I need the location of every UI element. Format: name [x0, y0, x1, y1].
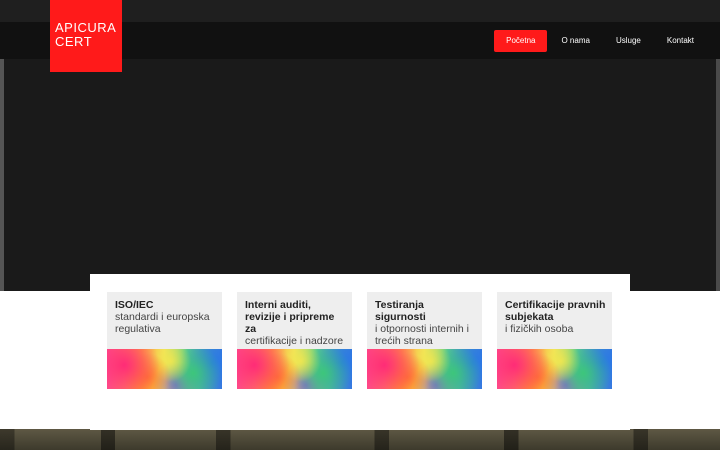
nav-item-kontakt[interactable]: Kontakt [655, 30, 706, 52]
card-title: Testiranja sigurnosti [375, 299, 426, 323]
hero-left-edge [0, 59, 4, 291]
card-image [107, 349, 222, 389]
nav-item-pocetna[interactable]: Početna [494, 30, 548, 52]
logo-line-1: APICURA [55, 20, 117, 35]
card-text: Interni auditi, revizije i pripreme za c… [245, 299, 347, 347]
card-title: Interni auditi, revizije i pripreme za [245, 299, 335, 335]
card-title: ISO/IEC [115, 299, 154, 311]
card-description: i fizičkih osoba [505, 323, 574, 335]
card-image [367, 349, 482, 389]
service-card-security-testing[interactable]: Testiranja sigurnosti i otpornosti inter… [367, 292, 482, 389]
card-title: Certifikacije pravnih subjekata [505, 299, 606, 323]
card-description: i otpornosti internih i trećih strana [375, 323, 469, 347]
main-nav: Početna O nama Usluge Kontakt [494, 30, 706, 52]
site-logo[interactable]: APICURA CERT [50, 0, 122, 72]
nav-item-o-nama[interactable]: O nama [549, 30, 601, 52]
card-text: Certifikacije pravnih subjekata i fizičk… [505, 299, 607, 335]
hero-right-edge [716, 59, 720, 291]
service-card-certification[interactable]: Certifikacije pravnih subjekata i fizičk… [497, 292, 612, 389]
card-description: certifikacije i nadzore [245, 335, 344, 347]
nav-item-usluge[interactable]: Usluge [604, 30, 653, 52]
forest-banner-image [0, 429, 720, 450]
card-text: Testiranja sigurnosti i otpornosti inter… [375, 299, 477, 347]
logo-line-2: CERT [55, 34, 93, 49]
card-image [237, 349, 352, 389]
service-card-iso[interactable]: ISO/IEC standardi i europska regulativa [107, 292, 222, 389]
hero-image [4, 59, 716, 291]
card-text: ISO/IEC standardi i europska regulativa [115, 299, 217, 335]
card-description: standardi i europska regulativa [115, 311, 210, 335]
card-image [497, 349, 612, 389]
service-card-audits[interactable]: Interni auditi, revizije i pripreme za c… [237, 292, 352, 389]
